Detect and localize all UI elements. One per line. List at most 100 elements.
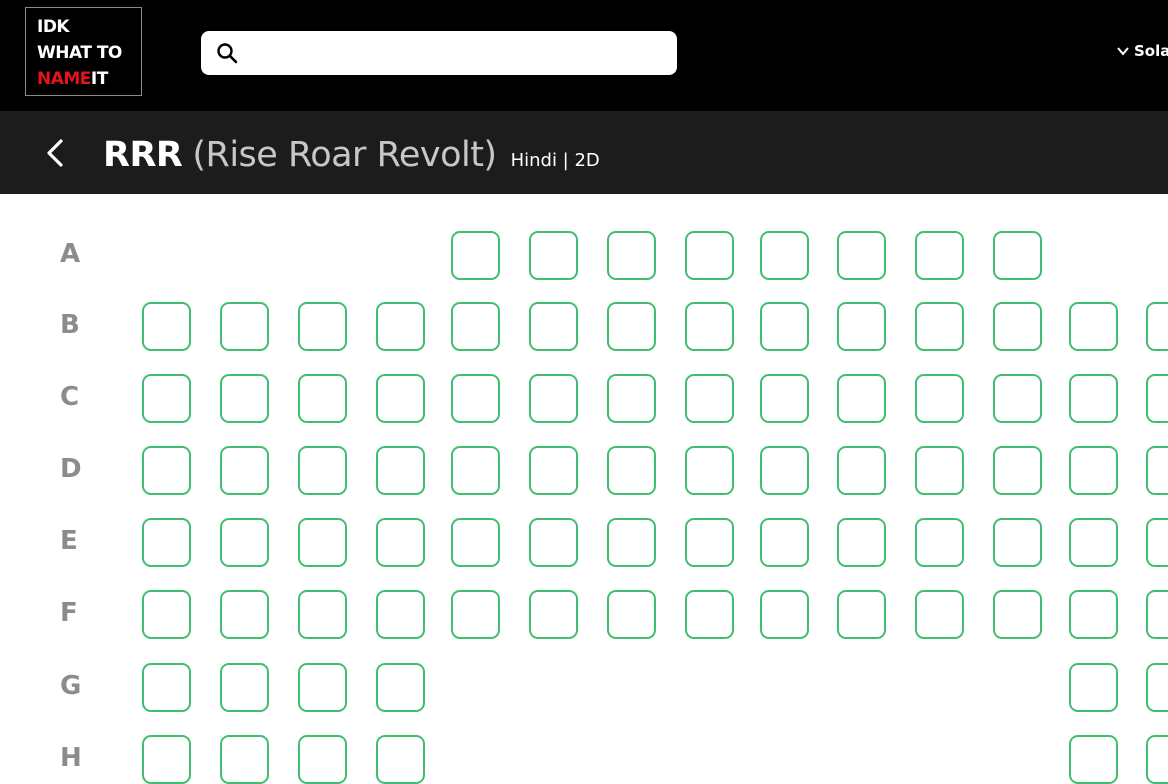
seat-c6[interactable] (529, 374, 578, 423)
seat-f11[interactable] (915, 590, 964, 639)
seat-e12[interactable] (993, 518, 1042, 567)
seat-e8[interactable] (685, 518, 734, 567)
back-button[interactable] (42, 138, 68, 168)
seat-f7[interactable] (607, 590, 656, 639)
seat-e2[interactable] (220, 518, 269, 567)
seat-a9[interactable] (760, 231, 809, 280)
seat-f4[interactable] (376, 590, 425, 639)
seat-c13[interactable] (1069, 374, 1118, 423)
seat-f9[interactable] (760, 590, 809, 639)
seat-f1[interactable] (142, 590, 191, 639)
seat-e4[interactable] (376, 518, 425, 567)
seat-d2[interactable] (220, 446, 269, 495)
logo-line-2: WHAT TO (37, 43, 122, 63)
seat-a10[interactable] (837, 231, 886, 280)
seat-d6[interactable] (529, 446, 578, 495)
seat-g4[interactable] (376, 663, 425, 712)
seat-f13[interactable] (1069, 590, 1118, 639)
seat-d8[interactable] (685, 446, 734, 495)
seat-d12[interactable] (993, 446, 1042, 495)
seat-a7[interactable] (607, 231, 656, 280)
seat-c12[interactable] (993, 374, 1042, 423)
seat-c4[interactable] (376, 374, 425, 423)
seat-e6[interactable] (529, 518, 578, 567)
seat-a12[interactable] (993, 231, 1042, 280)
seat-d14[interactable] (1146, 446, 1168, 495)
seat-h3[interactable] (298, 735, 347, 784)
seat-b12[interactable] (993, 302, 1042, 351)
seat-g2[interactable] (220, 663, 269, 712)
logo-line-3-text: IT (90, 69, 108, 89)
seat-e7[interactable] (607, 518, 656, 567)
seat-b1[interactable] (142, 302, 191, 351)
seat-b11[interactable] (915, 302, 964, 351)
seat-c11[interactable] (915, 374, 964, 423)
seat-b10[interactable] (837, 302, 886, 351)
seat-c1[interactable] (142, 374, 191, 423)
seat-e14[interactable] (1146, 518, 1168, 567)
seat-b7[interactable] (607, 302, 656, 351)
seat-b4[interactable] (376, 302, 425, 351)
seat-f10[interactable] (837, 590, 886, 639)
seat-d9[interactable] (760, 446, 809, 495)
seat-c2[interactable] (220, 374, 269, 423)
seat-e1[interactable] (142, 518, 191, 567)
seat-b9[interactable] (760, 302, 809, 351)
seat-b8[interactable] (685, 302, 734, 351)
seat-e3[interactable] (298, 518, 347, 567)
row-label-h: H (60, 743, 82, 773)
seat-a8[interactable] (685, 231, 734, 280)
seat-f2[interactable] (220, 590, 269, 639)
seat-h4[interactable] (376, 735, 425, 784)
seat-d4[interactable] (376, 446, 425, 495)
seat-g14[interactable] (1146, 663, 1168, 712)
logo-line-3: NAMEIT (37, 66, 141, 92)
seat-a6[interactable] (529, 231, 578, 280)
seat-d11[interactable] (915, 446, 964, 495)
seat-e5[interactable] (451, 518, 500, 567)
seat-f8[interactable] (685, 590, 734, 639)
seat-d3[interactable] (298, 446, 347, 495)
location-selector[interactable]: Sola (1116, 41, 1168, 61)
seat-b14[interactable] (1146, 302, 1168, 351)
seat-c9[interactable] (760, 374, 809, 423)
seat-c3[interactable] (298, 374, 347, 423)
seat-c8[interactable] (685, 374, 734, 423)
search-input[interactable] (247, 37, 667, 69)
seat-e11[interactable] (915, 518, 964, 567)
seat-f12[interactable] (993, 590, 1042, 639)
search-bar[interactable] (201, 31, 677, 75)
seat-e9[interactable] (760, 518, 809, 567)
seat-f14[interactable] (1146, 590, 1168, 639)
seat-f5[interactable] (451, 590, 500, 639)
seat-h14[interactable] (1146, 735, 1168, 784)
seat-d7[interactable] (607, 446, 656, 495)
seat-b5[interactable] (451, 302, 500, 351)
seat-b3[interactable] (298, 302, 347, 351)
seat-d10[interactable] (837, 446, 886, 495)
seat-h13[interactable] (1069, 735, 1118, 784)
seat-h2[interactable] (220, 735, 269, 784)
seat-c7[interactable] (607, 374, 656, 423)
seat-b6[interactable] (529, 302, 578, 351)
seat-a5[interactable] (451, 231, 500, 280)
seat-e10[interactable] (837, 518, 886, 567)
seat-d1[interactable] (142, 446, 191, 495)
seat-f6[interactable] (529, 590, 578, 639)
seat-g3[interactable] (298, 663, 347, 712)
seat-c14[interactable] (1146, 374, 1168, 423)
seat-g1[interactable] (142, 663, 191, 712)
seat-e13[interactable] (1069, 518, 1118, 567)
seat-h1[interactable] (142, 735, 191, 784)
seat-g13[interactable] (1069, 663, 1118, 712)
seat-d5[interactable] (451, 446, 500, 495)
seat-a11[interactable] (915, 231, 964, 280)
seat-b2[interactable] (220, 302, 269, 351)
top-navbar: IDK WHAT TO NAMEIT Sola (0, 0, 1168, 111)
seat-c5[interactable] (451, 374, 500, 423)
seat-c10[interactable] (837, 374, 886, 423)
logo[interactable]: IDK WHAT TO NAMEIT (25, 7, 142, 96)
seat-d13[interactable] (1069, 446, 1118, 495)
seat-b13[interactable] (1069, 302, 1118, 351)
seat-f3[interactable] (298, 590, 347, 639)
